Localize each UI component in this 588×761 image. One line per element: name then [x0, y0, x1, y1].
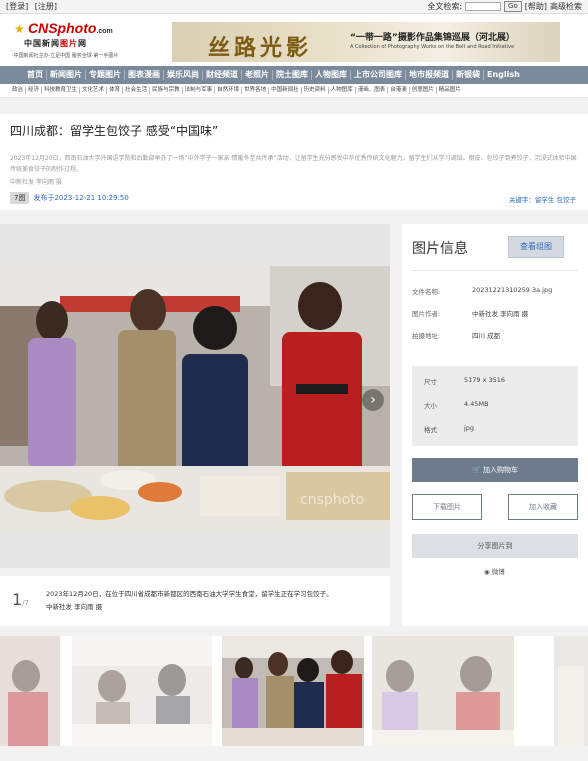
- thumbnail-active[interactable]: [222, 636, 364, 746]
- favorite-button[interactable]: 加入收藏: [508, 494, 578, 520]
- nav-item[interactable]: 图表漫画: [125, 70, 164, 80]
- category-item[interactable]: 历史资料: [302, 87, 329, 94]
- nav-item[interactable]: 人物图库: [312, 70, 351, 80]
- logo-chinese-name: 中国新闻图片网: [24, 39, 87, 48]
- nav-item[interactable]: 财经频道: [203, 70, 242, 80]
- page-indicator: 1/7: [12, 590, 29, 609]
- login-link[interactable]: [登录]: [6, 2, 28, 11]
- location-row: 拍摄地址: 四川 成都: [412, 332, 501, 340]
- banner-calligraphy: 丝路光影: [208, 35, 313, 61]
- watermark-text: cnsphoto: [300, 492, 364, 508]
- photo-viewer: cnsphoto ›: [0, 224, 390, 568]
- publish-date: 发布于2023-12-21 10:29:50: [33, 194, 129, 202]
- nav-item[interactable]: 首页: [24, 70, 47, 80]
- author-row: 图片作者: 中新社发 李向雨 摄: [412, 310, 529, 318]
- nav-item[interactable]: 新闻图片: [47, 70, 86, 80]
- help-link[interactable]: [帮助]: [525, 1, 547, 12]
- category-item[interactable]: 精品图片: [437, 87, 463, 94]
- category-item[interactable]: 社会生活: [123, 87, 151, 94]
- nav-item[interactable]: 专题图片: [86, 70, 125, 80]
- category-item[interactable]: 民族与宗教: [150, 87, 183, 94]
- star-icon: ★: [14, 22, 25, 36]
- keywords[interactable]: 关键字：留学生 包饺子: [509, 194, 576, 204]
- category-item[interactable]: 漫画、图表: [356, 87, 389, 94]
- caption-credit: 中新社发 李向雨 摄: [46, 603, 103, 611]
- divider: [412, 270, 578, 271]
- caption-text: 2023年12月20日，在位于四川省成都市新都区的西南石油大学学生食堂，留学生正…: [46, 588, 376, 614]
- nav-item[interactable]: 地市报频道: [406, 70, 453, 80]
- nav-item[interactable]: 院士图库: [273, 70, 312, 80]
- category-item[interactable]: 文化艺术: [80, 87, 108, 94]
- weibo-share[interactable]: ◉ 微博: [484, 566, 505, 576]
- format-row: 格式 jpg: [424, 424, 475, 434]
- site-logo[interactable]: ★ CNSphoto.com 中国新闻图片网 ·中国新闻社主办·立足中国 服务全…: [12, 20, 152, 60]
- site-header: ★ CNSphoto.com 中国新闻图片网 ·中国新闻社主办·立足中国 服务全…: [0, 14, 588, 66]
- category-item[interactable]: 科技教育卫生: [42, 87, 81, 94]
- weibo-icon: ◉: [484, 568, 492, 576]
- photo-caption: 1/7 2023年12月20日，在位于四川省成都市新都区的西南石油大学学生食堂，…: [0, 576, 390, 626]
- thumbnail[interactable]: [72, 636, 212, 746]
- banner-title: “一带一路”摄影作品集锦巡展（河北展）: [350, 33, 515, 43]
- top-bar: [登录] [注册] 全文检索: Go [帮助] 高级检索: [0, 0, 588, 14]
- next-photo-button[interactable]: ›: [362, 389, 384, 411]
- spec-box: 尺寸 5179 x 3516 大小 4.45MB 格式 jpg: [412, 366, 578, 446]
- download-button[interactable]: 下载图片: [412, 494, 482, 520]
- category-item[interactable]: 人物图库: [329, 87, 356, 94]
- category-item[interactable]: 政治: [10, 87, 27, 94]
- thumbnail[interactable]: [372, 636, 514, 746]
- search-go-button[interactable]: Go: [504, 1, 522, 12]
- register-link[interactable]: [注册]: [35, 2, 57, 11]
- category-item[interactable]: 创意图片: [410, 87, 437, 94]
- filesize-row: 大小 4.45MB: [424, 400, 489, 410]
- nav-item[interactable]: English: [484, 70, 523, 80]
- share-button[interactable]: 分享图片到: [412, 534, 578, 558]
- category-item[interactable]: 自然环境: [215, 87, 243, 94]
- main-photo[interactable]: cnsphoto: [0, 266, 390, 530]
- category-item[interactable]: 台港澳: [388, 87, 410, 94]
- nav-item[interactable]: 上市公司图库: [351, 70, 406, 80]
- main-nav: 首页 新闻图片 专题图片 图表漫画 娱乐风尚 财经频道 老照片 院士图库 人物图…: [0, 66, 588, 84]
- nav-item[interactable]: 老照片: [242, 70, 273, 80]
- category-item[interactable]: 中国新闻社: [269, 87, 302, 94]
- logo-brand: CNSphoto.com: [28, 20, 113, 36]
- category-item[interactable]: 法制与军事: [183, 87, 216, 94]
- article-description: 2023年12月20日，西南石油大学外国语学院和后勤部举办了一场“中外学子一家亲…: [10, 155, 577, 173]
- size-row: 尺寸 5179 x 3516: [424, 376, 506, 386]
- cart-icon: 🛒: [472, 466, 483, 474]
- filename-row: 文件名称: 20231221310259 3a.jpg: [412, 286, 553, 296]
- thumbnail[interactable]: [0, 636, 60, 746]
- category-nav: 政治 经济 科技教育卫生 文化艺术 体育 社会生活 民族与宗教 法制与军事 自然…: [0, 84, 588, 98]
- advanced-search-link[interactable]: 高级检索: [550, 1, 582, 12]
- photo-info-panel: 图片信息 查看组图 文件名称: 20231221310259 3a.jpg 图片作…: [402, 224, 588, 626]
- thumbnail[interactable]: [554, 636, 588, 746]
- view-set-button[interactable]: 查看组图: [508, 236, 564, 258]
- category-item[interactable]: 世界各地: [242, 87, 270, 94]
- info-title: 图片信息: [412, 241, 468, 257]
- search-label: 全文检索:: [427, 2, 463, 11]
- photo-count-badge: 7图: [10, 192, 30, 204]
- category-item[interactable]: 经济: [26, 87, 43, 94]
- add-to-cart-button[interactable]: 🛒 加入购物车: [412, 458, 578, 482]
- header-banner[interactable]: 丝路光影 “一带一路”摄影作品集锦巡展（河北展） A Collection of…: [172, 22, 560, 62]
- nav-item[interactable]: 新银袋: [453, 70, 484, 80]
- banner-subtitle: A Collection of Photography Works on the…: [350, 44, 515, 50]
- article-source: 中新社发 李向雨 摄: [10, 179, 62, 186]
- thumbnail-strip: [0, 636, 588, 746]
- logo-slogan: ·中国新闻社主办·立足中国 服务全球·第一手图片: [12, 53, 119, 59]
- category-item[interactable]: 体育: [107, 87, 124, 94]
- article-header: 四川成都：留学生包饺子 感受“中国味” 2023年12月20日，西南石油大学外国…: [0, 114, 588, 210]
- main-photo-image: cnsphoto: [0, 266, 390, 530]
- nav-item[interactable]: 娱乐风尚: [164, 70, 203, 80]
- search-input[interactable]: [465, 2, 502, 11]
- article-title: 四川成都：留学生包饺子 感受“中国味”: [10, 124, 219, 138]
